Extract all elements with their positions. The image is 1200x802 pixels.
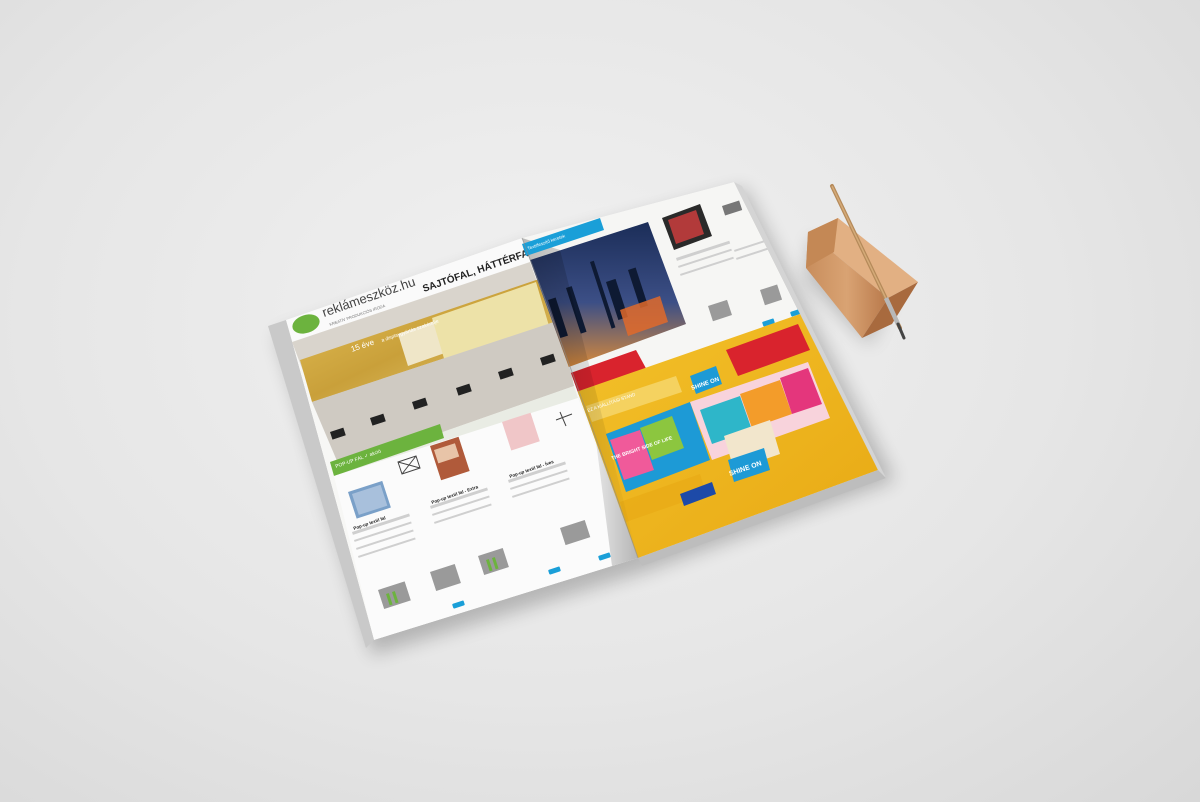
pencil-holder — [806, 218, 918, 338]
mockup-scene: reklámeszköz.hu KREATÍV PRODUKCIÓS IRODA… — [268, 182, 918, 655]
